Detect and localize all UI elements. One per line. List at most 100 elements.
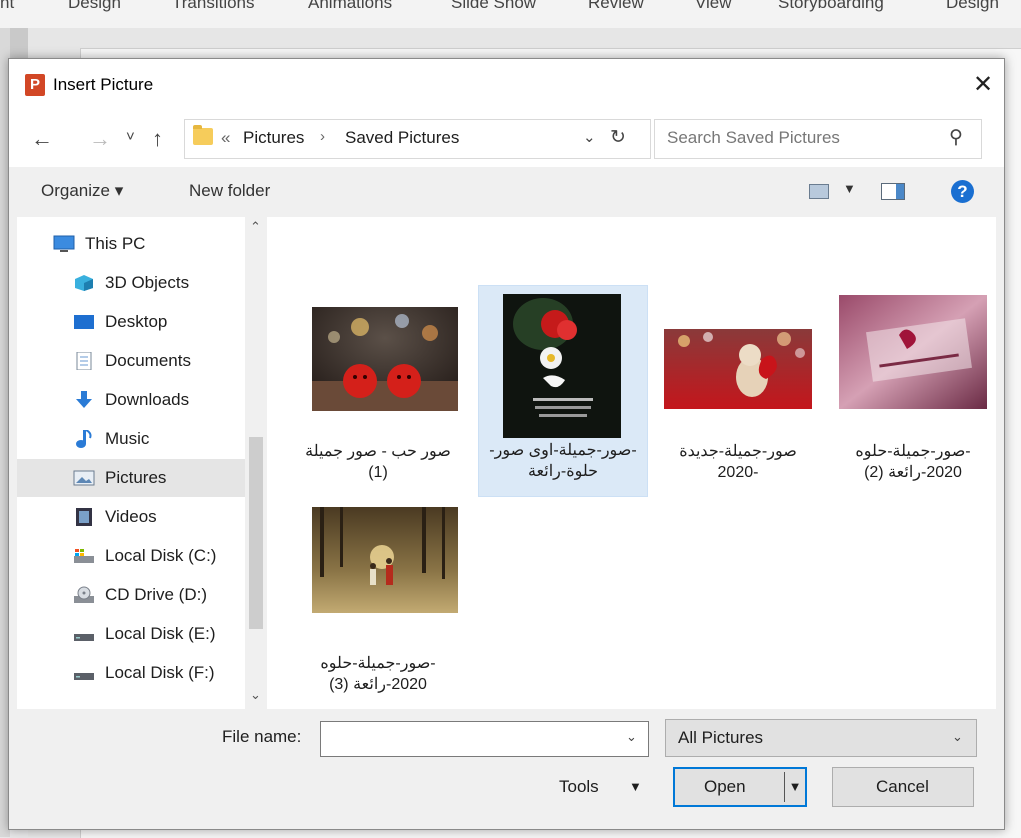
- sidebar-item-label: Desktop: [105, 312, 168, 331]
- sidebar-item-3d-objects[interactable]: 3D Objects: [17, 264, 245, 302]
- file-name: -صور-جميلة-حلوه 2020-رائعة (3): [320, 655, 436, 693]
- close-icon[interactable]: ✕: [969, 71, 997, 99]
- up-arrow-icon[interactable]: ↑: [152, 127, 163, 151]
- breadcrumb-saved-pictures[interactable]: Saved Pictures: [345, 128, 459, 148]
- file-name: -صور-جميلة-حلوه 2020-رائعة (2): [855, 443, 971, 481]
- sidebar-item-downloads[interactable]: Downloads: [17, 381, 245, 419]
- title-bar: P Insert Picture ✕: [9, 59, 1004, 111]
- new-folder-button[interactable]: New folder: [189, 181, 270, 201]
- image-thumbnail: [503, 294, 621, 438]
- help-icon[interactable]: ?: [951, 180, 974, 203]
- drive-c-icon: [74, 549, 94, 563]
- scroll-thumb[interactable]: [249, 437, 263, 629]
- breadcrumb-separator-icon[interactable]: ›: [320, 128, 325, 145]
- sidebar-item-label: Videos: [105, 507, 157, 526]
- view-options-dropdown-icon[interactable]: ▼: [843, 181, 856, 196]
- ribbon-tab-slide-show[interactable]: Slide Show: [451, 0, 536, 13]
- sidebar-item-documents[interactable]: Documents: [17, 342, 245, 380]
- pictures-icon: [73, 470, 95, 486]
- folder-icon: [193, 125, 213, 145]
- file-tile[interactable]: صور-جميلة-جديدة -2020: [654, 287, 822, 497]
- drive-icon: [74, 673, 94, 680]
- sidebar-item-local-disk-c[interactable]: Local Disk (C:): [17, 537, 245, 575]
- ribbon-tab-storyboarding[interactable]: Storyboarding: [778, 0, 884, 13]
- download-icon: [76, 391, 92, 408]
- cd-icon: [74, 586, 94, 603]
- back-arrow-icon[interactable]: ←: [31, 127, 53, 151]
- cancel-button-label: Cancel: [876, 777, 929, 796]
- open-button-label: Open: [704, 777, 746, 796]
- sidebar-item-label: CD Drive (D:): [105, 585, 207, 604]
- file-type-value: All Pictures: [678, 728, 764, 747]
- file-type-select[interactable]: All Pictures ⌄: [665, 719, 977, 757]
- sidebar-item-desktop[interactable]: Desktop: [17, 303, 245, 341]
- command-bar: Organize ▾ New folder ▼ ?: [9, 167, 1004, 217]
- pc-icon: [53, 235, 75, 252]
- address-bar[interactable]: « Pictures › Saved Pictures ⌄ ↻: [184, 119, 651, 159]
- document-icon: [76, 352, 92, 370]
- organize-button[interactable]: Organize ▾: [41, 181, 123, 201]
- file-type-dropdown-icon[interactable]: ⌄: [952, 729, 963, 745]
- sidebar-item-local-disk-f[interactable]: Local Disk (F:): [17, 654, 245, 692]
- sidebar-item-label: Local Disk (E:): [105, 624, 216, 643]
- sidebar-item-label: Music: [105, 429, 150, 448]
- sidebar-item-label: Downloads: [105, 390, 190, 409]
- search-icon[interactable]: ⚲: [949, 126, 963, 149]
- sidebar-item-cd-drive-d[interactable]: CD Drive (D:): [17, 576, 245, 614]
- breadcrumb-pictures[interactable]: Pictures: [243, 128, 304, 148]
- file-name: صور-جميلة-جديدة -2020: [679, 443, 797, 481]
- file-tile-selected[interactable]: -صور-جميلة-اوى صور-حلوة-رائعة: [478, 285, 648, 497]
- image-thumbnail: [312, 307, 458, 411]
- navigation-bar: ← → ˅ ↑ « Pictures › Saved Pictures ⌄ ↻ …: [9, 111, 1004, 167]
- scroll-up-icon[interactable]: ⌃: [250, 219, 261, 235]
- file-name: -صور-جميلة-اوى صور-حلوة-رائعة: [489, 442, 637, 480]
- sidebar-item-label: Local Disk (F:): [105, 663, 215, 682]
- sidebar-item-this-pc[interactable]: This PC: [17, 225, 245, 263]
- breadcrumb-overflow-icon[interactable]: «: [221, 128, 230, 148]
- search-placeholder: Search Saved Pictures: [667, 128, 840, 147]
- open-button[interactable]: Open ▼: [673, 767, 807, 807]
- drive-icon: [74, 634, 94, 641]
- address-dropdown-icon[interactable]: ⌄: [583, 128, 596, 146]
- ribbon-tab[interactable]: nt: [0, 0, 14, 13]
- file-name-dropdown-icon[interactable]: ⌄: [626, 729, 637, 745]
- image-thumbnail: [664, 329, 812, 409]
- forward-arrow-icon[interactable]: →: [89, 127, 111, 151]
- scroll-down-icon[interactable]: ⌄: [250, 687, 261, 703]
- dialog-footer: File name: ⌄ All Pictures ⌄ Tools ▼ Open…: [9, 709, 1004, 829]
- file-tile[interactable]: -صور-جميلة-حلوه 2020-رائعة (2): [829, 287, 996, 497]
- sidebar-item-local-disk-e[interactable]: Local Disk (E:): [17, 615, 245, 653]
- cancel-button[interactable]: Cancel: [832, 767, 974, 807]
- navigation-pane: This PC 3D Objects Desktop Documents Dow…: [17, 217, 272, 709]
- change-view-icon[interactable]: [809, 184, 829, 199]
- ribbon-tab-design-2[interactable]: Design: [946, 0, 999, 13]
- file-tile[interactable]: صور حب - صور جميلة (1): [294, 287, 462, 497]
- recent-locations-icon[interactable]: ˅: [126, 125, 135, 149]
- sidebar-item-label: This PC: [85, 234, 146, 253]
- search-input[interactable]: Search Saved Pictures ⚲: [654, 119, 982, 159]
- tools-dropdown-icon[interactable]: ▼: [629, 779, 642, 794]
- ribbon-tab-design[interactable]: Design: [68, 0, 121, 13]
- ribbon-tab-animations[interactable]: Animations: [308, 0, 392, 13]
- tools-button[interactable]: Tools: [559, 777, 599, 797]
- file-tile[interactable]: -صور-جميلة-حلوه 2020-رائعة (3): [294, 499, 462, 709]
- ribbon-tab-transitions[interactable]: Transitions: [172, 0, 255, 13]
- image-thumbnail: [312, 507, 458, 613]
- music-icon: [76, 430, 92, 448]
- refresh-icon[interactable]: ↻: [610, 126, 626, 149]
- powerpoint-icon: P: [25, 74, 45, 96]
- sidebar-item-music[interactable]: Music: [17, 420, 245, 458]
- sidebar-item-label: Pictures: [105, 468, 167, 487]
- ribbon-tab-review[interactable]: Review: [588, 0, 644, 13]
- preview-pane-icon[interactable]: [881, 183, 905, 200]
- sidebar-item-label: Documents: [105, 351, 191, 370]
- image-thumbnail: [839, 295, 987, 409]
- file-name: صور حب - صور جميلة (1): [305, 443, 451, 481]
- file-name-input[interactable]: ⌄: [320, 721, 649, 757]
- sidebar-item-label: 3D Objects: [105, 273, 190, 292]
- ribbon-tab-view[interactable]: View: [695, 0, 732, 13]
- open-options-dropdown-icon[interactable]: ▼: [784, 772, 805, 802]
- sidebar-item-pictures[interactable]: Pictures: [17, 459, 245, 497]
- sidebar-item-videos[interactable]: Videos: [17, 498, 245, 536]
- navigation-scrollbar[interactable]: ⌃ ⌄: [245, 217, 267, 709]
